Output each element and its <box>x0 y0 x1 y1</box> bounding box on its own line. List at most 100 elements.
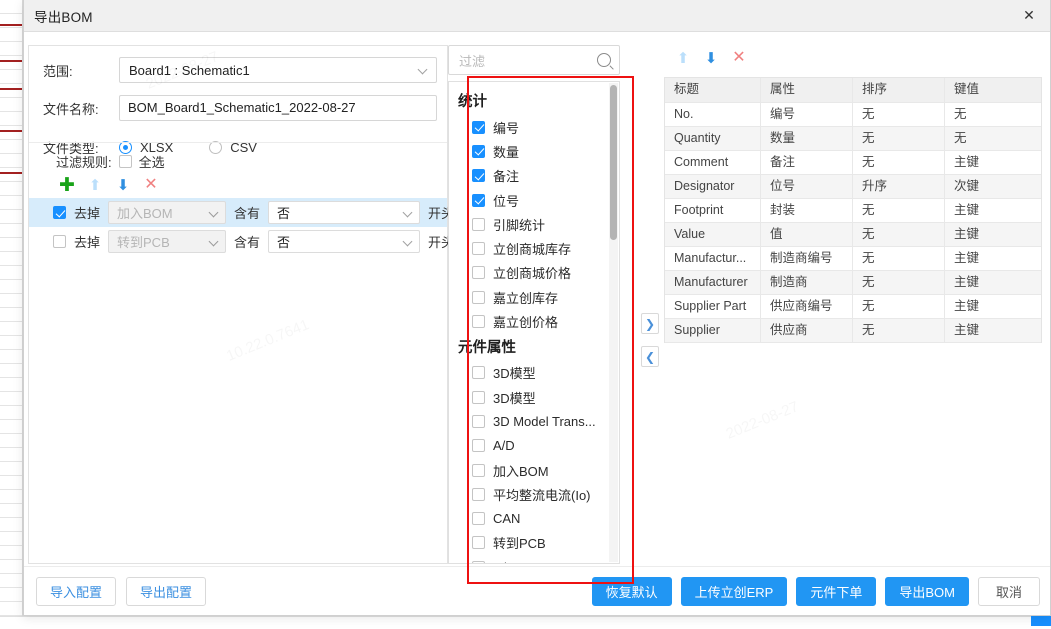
table-row[interactable]: Value 值无主键 <box>665 223 1041 247</box>
table-cell: 主键 <box>954 275 980 289</box>
field-search-box[interactable]: 过滤 <box>448 45 620 75</box>
upload-erp-button[interactable]: 上传立创ERP <box>680 576 788 606</box>
restore-defaults-button[interactable]: 恢复默认 <box>591 576 672 606</box>
table-row[interactable]: No. 编号无无 <box>665 103 1041 127</box>
import-config-button[interactable]: 导入配置 <box>36 576 117 606</box>
filter-rule-checkbox[interactable] <box>53 235 66 248</box>
select-all-checkbox[interactable] <box>118 155 132 168</box>
table-header-cell[interactable]: 属性 <box>761 78 853 102</box>
field-item-checkbox[interactable] <box>472 463 485 477</box>
column-delete-icon[interactable]: ✕ <box>725 48 753 68</box>
close-icon[interactable]: ✕ <box>1008 0 1050 31</box>
field-item-checkbox[interactable] <box>472 512 485 526</box>
filter-rules-list: 去掉加入BOM含有否开头项去掉转到PCB含有否开头项 <box>29 198 467 256</box>
field-list-scrollbar[interactable] <box>609 83 618 562</box>
field-item-checkbox[interactable] <box>472 169 485 183</box>
field-item-checkbox[interactable] <box>472 217 485 231</box>
field-list-item[interactable]: 嘉立创价格 <box>449 309 619 333</box>
field-group-title: 统计 <box>458 94 487 110</box>
field-item-label: 3D模型 <box>493 390 536 406</box>
table-header-cell[interactable]: 键值 <box>945 78 1041 102</box>
cancel-button[interactable]: 取消 <box>978 576 1040 606</box>
field-list-item[interactable]: 位号 <box>449 188 619 212</box>
field-item-checkbox[interactable] <box>472 315 485 329</box>
field-list-item[interactable]: 3D模型 <box>449 361 619 385</box>
filter-rule-field-select[interactable]: 转到PCB <box>108 230 227 253</box>
table-row[interactable]: Supplier Part 供应商编号无主键 <box>665 295 1041 319</box>
field-list-item[interactable]: 3D Model Trans... <box>449 409 619 433</box>
filter-rule-field-select[interactable]: 加入BOM <box>108 201 227 224</box>
export-config-button[interactable]: 导出配置 <box>126 576 207 606</box>
field-list-item[interactable]: 立创商城库存 <box>449 236 619 260</box>
table-header-cell[interactable]: 标题 <box>665 78 761 102</box>
table-cell: Footprint <box>665 199 761 222</box>
field-list-item[interactable]: CAN <box>449 506 619 530</box>
field-item-checkbox[interactable] <box>472 193 485 207</box>
field-list-item[interactable]: 平均整流电流(Io) <box>449 482 619 506</box>
table-row[interactable]: Manufactur... 制造商编号无主键 <box>665 247 1041 271</box>
field-item-label: D/A <box>493 560 515 563</box>
transfer-buttons: ❯ ❮ <box>641 313 659 367</box>
table-row[interactable]: Comment 备注无主键 <box>665 151 1041 175</box>
table-cell: Manufactur... <box>665 247 761 270</box>
table-cell: 无 <box>853 199 945 222</box>
field-item-checkbox[interactable] <box>472 560 485 563</box>
move-rule-up-icon[interactable]: ⬆ <box>81 175 109 195</box>
filter-rule-value-select[interactable]: 否 <box>268 201 421 224</box>
field-list-item[interactable]: A/D <box>449 434 619 458</box>
field-search-input[interactable]: 过滤 <box>459 51 597 70</box>
filter-rule-row[interactable]: 去掉转到PCB含有否开头项 <box>29 227 467 256</box>
field-item-checkbox[interactable] <box>472 144 485 158</box>
scope-select[interactable]: Board1 : Schematic1 <box>119 57 437 83</box>
field-list-item[interactable]: 转到PCB <box>449 531 619 555</box>
chevron-down-icon <box>418 64 430 76</box>
field-item-checkbox[interactable] <box>472 120 485 134</box>
table-cell: 无 <box>853 247 945 270</box>
add-rule-icon[interactable]: ✚ <box>53 175 81 195</box>
field-item-checkbox[interactable] <box>472 290 485 304</box>
chevron-down-icon <box>403 207 415 219</box>
move-to-list-button[interactable]: ❮ <box>641 346 659 367</box>
table-row[interactable]: Manufacturer 制造商无主键 <box>665 271 1041 295</box>
filter-rule-value-select[interactable]: 否 <box>268 230 421 253</box>
filename-input[interactable]: BOM_Board1_Schematic1_2022-08-27 <box>119 95 437 121</box>
field-list-item[interactable]: 加入BOM <box>449 458 619 482</box>
column-move-up-icon[interactable]: ⬆ <box>669 48 697 68</box>
field-item-checkbox[interactable] <box>472 366 485 380</box>
table-cell: 无 <box>853 127 945 150</box>
field-item-checkbox[interactable] <box>472 439 485 453</box>
dialog-body: 范围: Board1 : Schematic1 文件名称: BOM_Board1… <box>24 32 1050 584</box>
field-item-checkbox[interactable] <box>472 536 485 550</box>
field-item-checkbox[interactable] <box>472 487 485 501</box>
export-bom-button[interactable]: 导出BOM <box>885 576 969 606</box>
field-list-item[interactable]: 备注 <box>449 164 619 188</box>
filter-rule-row[interactable]: 去掉加入BOM含有否开头项 <box>29 198 467 227</box>
field-item-checkbox[interactable] <box>472 266 485 280</box>
order-components-button[interactable]: 元件下单 <box>796 576 877 606</box>
table-header-cell[interactable]: 排序 <box>853 78 945 102</box>
field-list-item[interactable]: 引脚统计 <box>449 212 619 236</box>
delete-rule-icon[interactable]: ✕ <box>137 175 165 195</box>
filter-rule-checkbox[interactable] <box>53 206 66 219</box>
field-list-item[interactable]: 3D模型 <box>449 385 619 409</box>
table-row[interactable]: Supplier 供应商无主键 <box>665 319 1041 343</box>
move-to-table-button[interactable]: ❯ <box>641 313 659 334</box>
field-list-item[interactable]: 编号 <box>449 115 619 139</box>
field-item-checkbox[interactable] <box>472 390 485 404</box>
move-rule-down-icon[interactable]: ⬇ <box>109 175 137 195</box>
table-row[interactable]: Designator 位号 升序 次键 <box>665 175 1041 199</box>
field-list-item[interactable]: 嘉立创库存 <box>449 285 619 309</box>
table-row[interactable]: Quantity 数量无无 <box>665 127 1041 151</box>
dialog-footer: 导入配置 导出配置 恢复默认 上传立创ERP 元件下单 导出BOM 取消 <box>24 566 1050 615</box>
field-list-item[interactable]: 数量 <box>449 139 619 163</box>
table-cell: 主键 <box>954 323 980 337</box>
table-row[interactable]: Footprint 封装无主键 <box>665 199 1041 223</box>
column-move-down-icon[interactable]: ⬇ <box>697 48 725 68</box>
field-list-item[interactable]: 立创商城价格 <box>449 261 619 285</box>
field-group-title: 元件属性 <box>458 339 516 356</box>
field-item-checkbox[interactable] <box>472 242 485 256</box>
field-item-checkbox[interactable] <box>472 414 485 428</box>
field-list-item[interactable]: D/A <box>449 555 619 563</box>
field-list[interactable]: 统计编号 数量 备注 位号 引脚统计 立创商城库存 立创商城价格 嘉立创库存 嘉立创价格元件属性… <box>448 81 620 564</box>
field-list-scroll-thumb[interactable] <box>610 85 617 240</box>
